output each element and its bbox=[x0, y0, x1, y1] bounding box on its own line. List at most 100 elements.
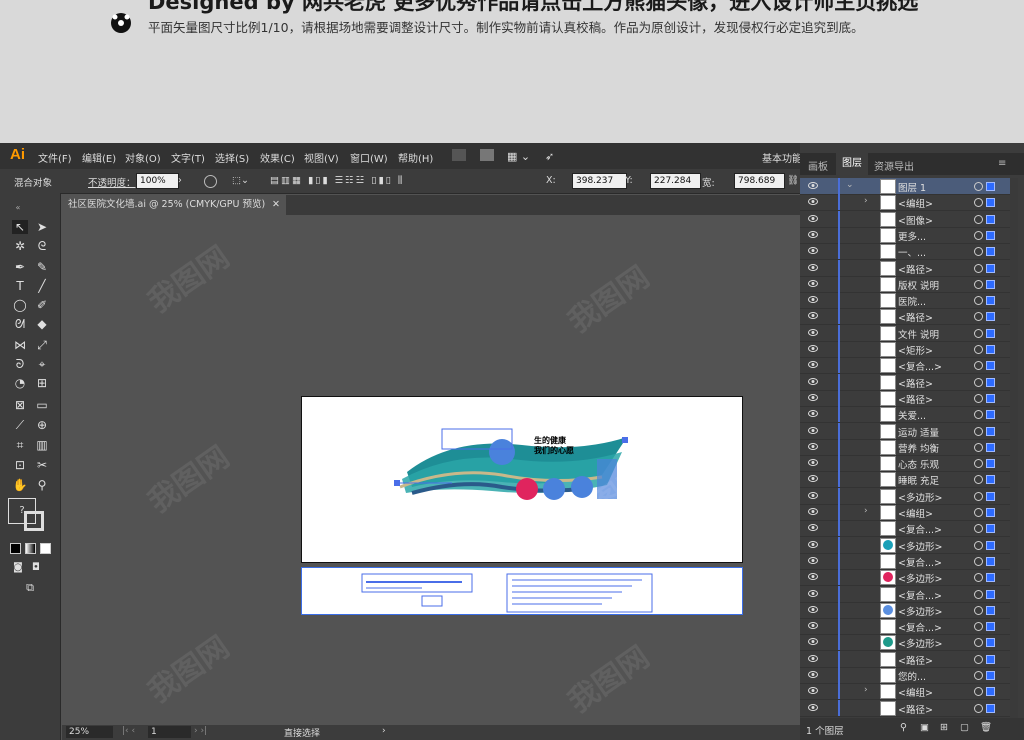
layer-row[interactable]: 版权 说明 bbox=[800, 275, 1010, 293]
eyedropper-icon[interactable]: ⟋ bbox=[12, 418, 28, 432]
layer-target-icon[interactable] bbox=[974, 459, 983, 469]
pen-tool-icon[interactable]: ✒ bbox=[12, 260, 28, 274]
layer-row[interactable]: <多边形> bbox=[800, 601, 1010, 619]
visibility-eye-icon[interactable] bbox=[808, 377, 818, 386]
layer-row[interactable]: 文件 说明 bbox=[800, 324, 1010, 342]
layer-selected-indicator[interactable] bbox=[986, 377, 995, 387]
edit-toolbar-icon[interactable]: ⧉ bbox=[22, 581, 38, 595]
menu-file[interactable]: 文件(F) bbox=[38, 150, 72, 165]
new-sublayer-icon[interactable]: ⊞ bbox=[940, 722, 948, 733]
layer-row[interactable]: <多边形> bbox=[800, 569, 1010, 587]
expand-icon[interactable]: › bbox=[864, 196, 868, 206]
layer-selected-indicator[interactable] bbox=[986, 524, 995, 534]
layer-name[interactable]: <路径> bbox=[898, 702, 933, 716]
layer-row[interactable]: <路径> bbox=[800, 259, 1010, 277]
layer-target-icon[interactable] bbox=[974, 377, 983, 387]
artboard-number[interactable]: 1 bbox=[148, 726, 191, 738]
layer-selected-indicator[interactable] bbox=[986, 556, 995, 566]
layer-target-icon[interactable] bbox=[974, 198, 983, 208]
visibility-eye-icon[interactable] bbox=[808, 181, 818, 190]
layer-name[interactable]: <复合...> bbox=[898, 620, 942, 634]
layer-target-icon[interactable] bbox=[974, 312, 983, 322]
symbol-sprayer-icon[interactable]: ⌗ bbox=[12, 438, 28, 452]
new-layer-icon[interactable]: ▢ bbox=[960, 722, 969, 733]
reflect-tool-icon[interactable]: ⋈ bbox=[12, 338, 28, 352]
visibility-eye-icon[interactable] bbox=[808, 360, 818, 369]
layer-target-icon[interactable] bbox=[974, 442, 983, 452]
visibility-eye-icon[interactable] bbox=[808, 507, 818, 516]
layer-target-icon[interactable] bbox=[974, 230, 983, 240]
layer-name[interactable]: <多边形> bbox=[898, 636, 942, 650]
notes-illustration[interactable] bbox=[302, 568, 742, 614]
layer-target-icon[interactable] bbox=[974, 687, 983, 697]
layer-selected-indicator[interactable] bbox=[986, 671, 995, 680]
align-icons[interactable]: ▤▥▦ ▮▯▮ ☰☷☳ ▯▮▯ ⫼ bbox=[270, 175, 404, 186]
layer-name[interactable]: <矩形> bbox=[898, 343, 933, 357]
screen-mode-icon[interactable]: ◘ bbox=[28, 561, 44, 575]
visibility-eye-icon[interactable] bbox=[808, 344, 818, 353]
opacity-dropdown-icon[interactable]: › bbox=[178, 175, 182, 186]
layer-selected-indicator[interactable] bbox=[986, 703, 995, 713]
layer-target-icon[interactable] bbox=[974, 622, 983, 632]
layer-row[interactable]: 更多... bbox=[800, 226, 1010, 244]
layer-name[interactable]: <图像> bbox=[898, 213, 933, 227]
layer-selected-indicator[interactable] bbox=[986, 230, 995, 240]
eraser-icon[interactable]: ◆ bbox=[34, 317, 50, 331]
layer-row[interactable]: <矩形> bbox=[800, 341, 1010, 358]
visibility-eye-icon[interactable] bbox=[808, 409, 818, 418]
visibility-eye-icon[interactable] bbox=[808, 491, 818, 500]
layer-selected-indicator[interactable] bbox=[986, 361, 995, 371]
layer-selected-indicator[interactable] bbox=[986, 247, 995, 257]
layer-target-icon[interactable] bbox=[974, 426, 983, 436]
layer-row[interactable]: <复合...> bbox=[800, 618, 1010, 636]
visibility-eye-icon[interactable] bbox=[808, 442, 818, 451]
visibility-eye-icon[interactable] bbox=[808, 572, 818, 581]
layer-row[interactable]: <路径> bbox=[800, 699, 1010, 717]
zoom-select[interactable]: 25% bbox=[66, 726, 113, 738]
layer-selected-indicator[interactable] bbox=[986, 622, 995, 632]
layer-name[interactable]: <复合...> bbox=[898, 588, 942, 602]
layer-selected-indicator[interactable] bbox=[986, 442, 995, 452]
layer-name[interactable]: <复合...> bbox=[898, 555, 942, 569]
visibility-eye-icon[interactable] bbox=[808, 637, 818, 646]
menu-window[interactable]: 窗口(W) bbox=[350, 150, 388, 165]
bridge-icon[interactable] bbox=[452, 149, 466, 161]
visibility-eye-icon[interactable] bbox=[808, 523, 818, 532]
artwork-text-2[interactable]: 我们的心愿 bbox=[534, 445, 574, 456]
free-transform-icon[interactable]: ⌖ bbox=[34, 357, 50, 371]
layer-row[interactable]: <复合...> bbox=[800, 552, 1010, 570]
layer-row[interactable]: › <编组> bbox=[800, 504, 1010, 521]
layer-name[interactable]: 您的... bbox=[898, 669, 926, 683]
gpu-rocket-icon[interactable]: ➶ bbox=[545, 150, 554, 163]
artboard-tool-icon[interactable]: ⊡ bbox=[12, 458, 28, 472]
layer-selected-indicator[interactable] bbox=[986, 328, 995, 338]
layer-target-icon[interactable] bbox=[974, 573, 983, 583]
layer-name[interactable]: 运动 适量 bbox=[898, 425, 939, 439]
shaper-tool-icon[interactable]: ᘛ bbox=[12, 317, 28, 331]
layer-name[interactable]: <编组> bbox=[898, 685, 933, 699]
tab-asset-export[interactable]: 资源导出 bbox=[874, 158, 914, 173]
visibility-eye-icon[interactable] bbox=[808, 246, 818, 255]
scale-tool-icon[interactable]: ⤢ bbox=[34, 338, 50, 352]
menu-type[interactable]: 文字(T) bbox=[171, 150, 205, 165]
workspace-switcher[interactable]: 基本功能 bbox=[762, 150, 802, 165]
layer-target-icon[interactable] bbox=[974, 703, 983, 713]
column-graph-icon[interactable]: ▥ bbox=[34, 438, 50, 452]
layer-target-icon[interactable] bbox=[974, 393, 983, 403]
menu-select[interactable]: 选择(S) bbox=[215, 150, 249, 165]
layer-name[interactable]: 心态 乐观 bbox=[898, 457, 939, 471]
layer-selected-indicator[interactable] bbox=[986, 182, 995, 191]
status-menu-icon[interactable]: › bbox=[382, 726, 386, 736]
layer-target-icon[interactable] bbox=[974, 589, 983, 599]
gradient-mode-icon[interactable] bbox=[25, 543, 36, 554]
next-artboard-icon[interactable]: › ›| bbox=[194, 726, 207, 736]
visibility-eye-icon[interactable] bbox=[808, 197, 818, 206]
layer-name[interactable]: 版权 说明 bbox=[898, 278, 939, 292]
layer-selected-indicator[interactable] bbox=[986, 393, 995, 403]
layer-row[interactable]: 运动 适量 bbox=[800, 422, 1010, 440]
layer-row[interactable]: <路径> bbox=[800, 308, 1010, 326]
tab-layers[interactable]: 图层 bbox=[836, 153, 868, 175]
menu-help[interactable]: 帮助(H) bbox=[398, 150, 433, 165]
lasso-icon[interactable]: ᘓ bbox=[34, 239, 50, 253]
first-artboard-icon[interactable]: |‹ ‹ bbox=[122, 726, 135, 736]
